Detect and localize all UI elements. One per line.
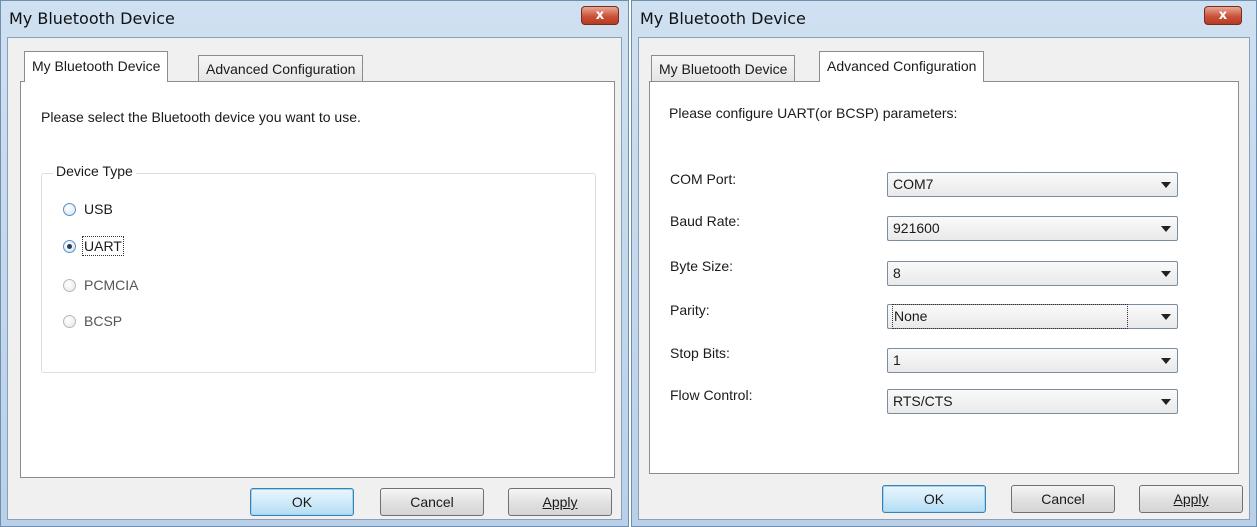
device-type-group bbox=[41, 173, 596, 373]
radio-bcsp[interactable]: BCSP bbox=[63, 311, 122, 331]
chevron-down-icon bbox=[1161, 314, 1171, 320]
radio-button[interactable] bbox=[63, 202, 76, 216]
window-title: My Bluetooth Device bbox=[9, 9, 175, 28]
cancel-button[interactable]: Cancel bbox=[1011, 485, 1115, 513]
tab-panel: Please select the Bluetooth device you w… bbox=[20, 81, 615, 478]
apply-button[interactable]: Apply bbox=[1139, 485, 1243, 513]
chevron-down-icon bbox=[1161, 271, 1171, 277]
dialog-body: My Bluetooth Device Advanced Configurati… bbox=[7, 37, 622, 520]
dialog-body: My Bluetooth Device Advanced Configurati… bbox=[638, 37, 1250, 520]
flow-control-select[interactable]: RTS/CTS bbox=[887, 389, 1178, 414]
stop-bits-label: Stop Bits: bbox=[670, 345, 730, 361]
selected-value: RTS/CTS bbox=[893, 393, 953, 409]
com-port-label: COM Port: bbox=[670, 171, 737, 187]
title-bar[interactable]: My Bluetooth Device x bbox=[632, 1, 1256, 37]
close-button[interactable]: x bbox=[581, 6, 619, 25]
ok-button[interactable]: OK bbox=[882, 485, 986, 513]
chevron-down-icon bbox=[1161, 399, 1171, 405]
radio-usb[interactable]: USB bbox=[63, 199, 113, 219]
selected-value: 8 bbox=[893, 265, 901, 281]
selected-value: 921600 bbox=[893, 220, 940, 236]
bluetooth-device-dialog-advanced: My Bluetooth Device x My Bluetooth Devic… bbox=[631, 0, 1257, 527]
chevron-down-icon bbox=[1161, 182, 1171, 188]
group-label: Device Type bbox=[53, 163, 136, 179]
intro-text: Please configure UART(or BCSP) parameter… bbox=[669, 105, 958, 121]
bluetooth-device-dialog: My Bluetooth Device x My Bluetooth Devic… bbox=[0, 0, 629, 527]
selected-value: 1 bbox=[893, 352, 901, 368]
byte-size-select[interactable]: 8 bbox=[887, 261, 1178, 286]
baud-rate-label: Baud Rate: bbox=[670, 213, 741, 229]
radio-label: PCMCIA bbox=[84, 277, 139, 293]
parity-select[interactable]: None bbox=[887, 304, 1178, 329]
stop-bits-select[interactable]: 1 bbox=[887, 348, 1178, 373]
title-bar[interactable]: My Bluetooth Device x bbox=[1, 1, 628, 37]
tab-advanced-configuration[interactable]: Advanced Configuration bbox=[198, 55, 364, 83]
radio-button[interactable] bbox=[63, 314, 76, 328]
selected-value: COM7 bbox=[893, 176, 934, 192]
radio-label: BCSP bbox=[84, 313, 123, 329]
close-icon: x bbox=[1218, 8, 1228, 23]
chevron-down-icon bbox=[1161, 358, 1171, 364]
close-button[interactable]: x bbox=[1204, 6, 1242, 25]
radio-label: UART bbox=[82, 236, 124, 256]
baud-rate-select[interactable]: 921600 bbox=[887, 216, 1178, 241]
radio-button[interactable] bbox=[63, 239, 76, 253]
com-port-select[interactable]: COM7 bbox=[887, 172, 1178, 197]
chevron-down-icon bbox=[1161, 226, 1171, 232]
tab-advanced-configuration[interactable]: Advanced Configuration bbox=[819, 51, 985, 82]
tab-my-bluetooth-device[interactable]: My Bluetooth Device bbox=[651, 55, 796, 83]
apply-button[interactable]: Apply bbox=[508, 488, 612, 516]
radio-uart[interactable]: UART bbox=[63, 236, 124, 256]
intro-text: Please select the Bluetooth device you w… bbox=[41, 109, 361, 125]
radio-button[interactable] bbox=[63, 278, 76, 292]
radio-pcmcia[interactable]: PCMCIA bbox=[63, 275, 138, 295]
byte-size-label: Byte Size: bbox=[670, 258, 734, 274]
flow-control-label: Flow Control: bbox=[670, 387, 753, 403]
close-icon: x bbox=[595, 8, 605, 23]
tab-panel: Please configure UART(or BCSP) parameter… bbox=[649, 81, 1239, 474]
parity-label: Parity: bbox=[670, 302, 710, 318]
ok-button[interactable]: OK bbox=[250, 488, 354, 516]
radio-label: USB bbox=[84, 201, 113, 217]
tab-my-bluetooth-device[interactable]: My Bluetooth Device bbox=[24, 51, 169, 82]
window-title: My Bluetooth Device bbox=[640, 9, 806, 28]
selected-value: None bbox=[891, 304, 1129, 329]
cancel-button[interactable]: Cancel bbox=[380, 488, 484, 516]
